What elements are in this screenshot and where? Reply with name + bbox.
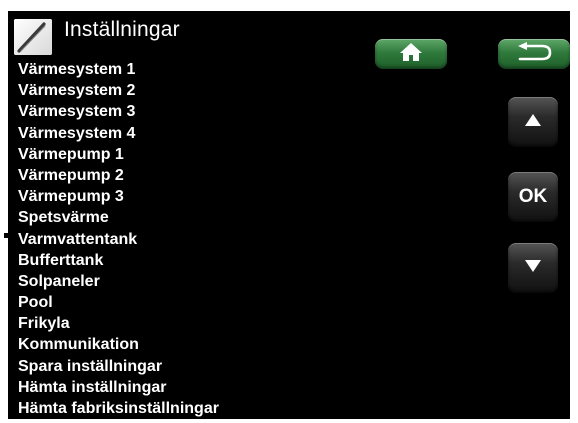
menu-item-solpaneler[interactable]: Solpaneler xyxy=(18,271,219,292)
return-arrow-icon xyxy=(514,41,554,67)
menu-item-hamta-fabriksinstallningar[interactable]: Hämta fabriksinställningar xyxy=(18,398,219,419)
title-bar: Inställningar xyxy=(14,18,180,55)
menu-item-varmepump-1[interactable]: Värmepump 1 xyxy=(18,144,219,165)
menu-item-bufferttank[interactable]: Bufferttank xyxy=(18,250,219,271)
menu-item-varmvattentank[interactable]: Varmvattentank xyxy=(18,229,219,250)
menu-item-kommunikation[interactable]: Kommunikation xyxy=(18,334,219,355)
back-button[interactable] xyxy=(498,39,570,69)
menu-item-varmesystem-3[interactable]: Värmesystem 3 xyxy=(18,101,219,122)
wrench-pen-icon xyxy=(14,19,52,55)
home-icon xyxy=(398,41,424,68)
menu-item-varmesystem-1[interactable]: Värmesystem 1 xyxy=(18,59,219,80)
menu-item-varmesystem-2[interactable]: Värmesystem 2 xyxy=(18,80,219,101)
menu-item-hamta-installningar[interactable]: Hämta inställningar xyxy=(18,377,219,398)
screen: Inställningar Värmesystem 1 Värmesystem … xyxy=(0,0,578,423)
scroll-up-button[interactable] xyxy=(508,97,558,147)
ok-button[interactable]: OK xyxy=(508,172,558,222)
menu-item-pool[interactable]: Pool xyxy=(18,292,219,313)
menu-item-varmepump-3[interactable]: Värmepump 3 xyxy=(18,186,219,207)
scroll-down-button[interactable] xyxy=(508,243,558,293)
menu-item-spara-installningar[interactable]: Spara inställningar xyxy=(18,356,219,377)
settings-menu: Värmesystem 1 Värmesystem 2 Värmesystem … xyxy=(18,59,219,419)
up-arrow-icon xyxy=(524,113,542,132)
page-title: Inställningar xyxy=(64,18,180,41)
menu-item-spetsvarme[interactable]: Spetsvärme xyxy=(18,207,219,228)
settings-panel: Inställningar Värmesystem 1 Värmesystem … xyxy=(8,11,570,419)
menu-item-varmepump-2[interactable]: Värmepump 2 xyxy=(18,165,219,186)
down-arrow-icon xyxy=(524,259,542,278)
menu-item-frikyla[interactable]: Frikyla xyxy=(18,313,219,334)
home-button[interactable] xyxy=(375,39,447,69)
menu-item-varmesystem-4[interactable]: Värmesystem 4 xyxy=(18,123,219,144)
ok-label: OK xyxy=(518,186,548,207)
